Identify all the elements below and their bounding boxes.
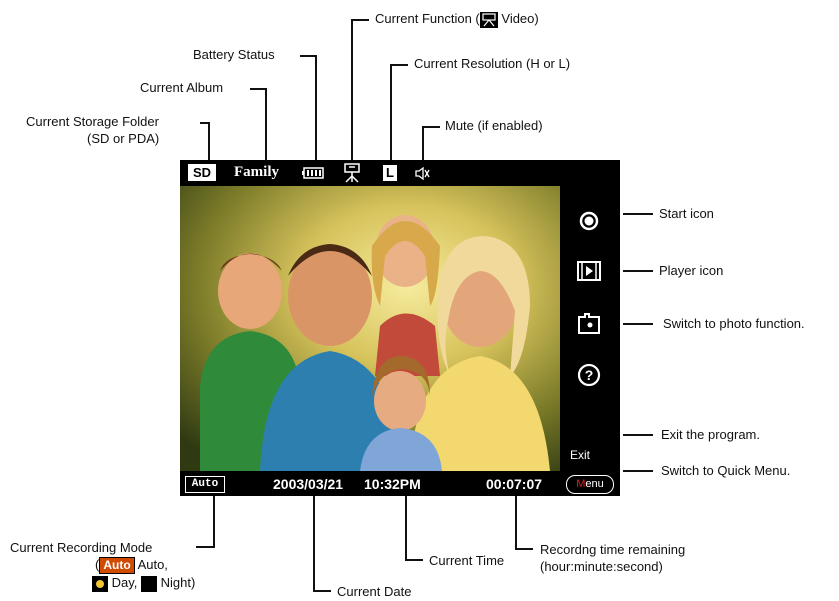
help-icon: ? xyxy=(577,363,601,387)
callout-line-exit xyxy=(623,434,653,436)
label-recording-mode-day-night: Day, Night) xyxy=(92,575,195,592)
callout-line-remaining xyxy=(515,496,517,550)
current-time: 10:32PM xyxy=(364,476,421,492)
label-quick-menu: Switch to Quick Menu. xyxy=(661,463,791,478)
label-function: Current Function ( Video) xyxy=(375,11,539,28)
callout-line-date xyxy=(313,496,315,592)
camera-screen: SD Family L ? Exit Auto 2003/03/21 10:32… xyxy=(180,160,620,496)
callout-line-recmode-h xyxy=(196,546,215,548)
exit-button[interactable]: Exit xyxy=(570,448,590,462)
start-button[interactable] xyxy=(572,204,606,238)
player-icon xyxy=(577,261,601,281)
callout-line-player xyxy=(623,270,653,272)
callout-line-time xyxy=(405,496,407,561)
label-date: Current Date xyxy=(337,584,412,599)
callout-line-remaining-h xyxy=(515,548,533,550)
callout-line-start xyxy=(623,213,653,215)
label-remaining-sub: (hour:minute:second) xyxy=(540,559,663,574)
callout-line-storage-h xyxy=(200,122,210,124)
family-photo xyxy=(180,186,560,471)
side-toolbar: ? Exit xyxy=(560,186,620,471)
label-mute: Mute (if enabled) xyxy=(445,118,543,133)
callout-line-album xyxy=(265,88,267,160)
callout-line-mute xyxy=(422,126,424,160)
label-night: Night) xyxy=(157,575,196,590)
callout-line-function xyxy=(351,19,353,160)
auto-mode-icon: Auto xyxy=(99,557,135,575)
label-photo: Switch to photo function. xyxy=(663,316,805,331)
callout-line-function-h xyxy=(351,19,369,21)
info-bar: Auto 2003/03/21 10:32PM 00:07:07 Menu xyxy=(180,471,620,496)
label-function-suffix: Video) xyxy=(497,11,539,26)
quick-menu-button[interactable]: Menu xyxy=(566,475,614,494)
callout-line-date-h xyxy=(313,590,331,592)
callout-line-time-h xyxy=(405,559,423,561)
callout-line-battery-h xyxy=(300,55,317,57)
label-time: Current Time xyxy=(429,553,505,568)
label-function-prefix: Current Function ( xyxy=(375,11,480,26)
callout-line-battery xyxy=(315,55,317,160)
resolution-indicator: L xyxy=(383,165,397,181)
callout-line-photo xyxy=(623,323,653,325)
photo-camera-icon xyxy=(578,313,600,334)
label-storage-folder-sub: (SD or PDA) xyxy=(87,131,160,146)
callout-line-recmode xyxy=(213,496,215,548)
label-day: Day, xyxy=(108,575,138,590)
menu-label-rest: enu xyxy=(585,478,604,490)
remaining-time: 00:07:07 xyxy=(486,476,543,492)
video-camera-icon xyxy=(479,11,498,28)
photo-function-button[interactable] xyxy=(572,306,606,340)
callout-line-storage xyxy=(208,122,210,160)
recording-mode-indicator: Auto xyxy=(185,476,225,493)
label-player: Player icon xyxy=(659,263,724,278)
help-button[interactable]: ? xyxy=(572,358,606,392)
day-mode-icon xyxy=(92,575,108,592)
player-button[interactable] xyxy=(572,254,606,288)
label-storage-folder: Current Storage Folder xyxy=(26,114,159,129)
svg-text:?: ? xyxy=(585,367,594,383)
current-date: 2003/03/21 xyxy=(273,476,344,492)
callout-line-resolution xyxy=(390,64,392,160)
album-name: Family xyxy=(234,164,279,180)
label-exit: Exit the program. xyxy=(661,427,760,442)
callout-line-resolution-h xyxy=(390,64,408,66)
callout-line-mute-h xyxy=(422,126,440,128)
label-remaining: Recordng time remaining xyxy=(540,542,686,557)
video-camera-icon xyxy=(344,163,360,183)
label-recording-mode-auto: (Auto Auto, xyxy=(95,557,168,575)
label-recording-mode-auto-text: Auto, xyxy=(134,557,168,572)
mute-icon xyxy=(415,166,430,181)
callout-line-menu xyxy=(623,470,653,472)
callout-line-album-h xyxy=(250,88,267,90)
storage-indicator: SD xyxy=(188,164,216,181)
label-album: Current Album xyxy=(140,80,224,95)
status-bar: SD Family L xyxy=(180,160,620,186)
start-record-icon xyxy=(579,211,599,231)
label-battery: Battery Status xyxy=(193,47,275,62)
label-start: Start icon xyxy=(659,206,714,221)
live-preview xyxy=(180,186,560,471)
label-resolution: Current Resolution (H or L) xyxy=(414,56,571,71)
label-recording-mode: Current Recording Mode xyxy=(10,540,153,555)
night-mode-icon xyxy=(141,575,158,592)
battery-icon xyxy=(302,167,324,179)
